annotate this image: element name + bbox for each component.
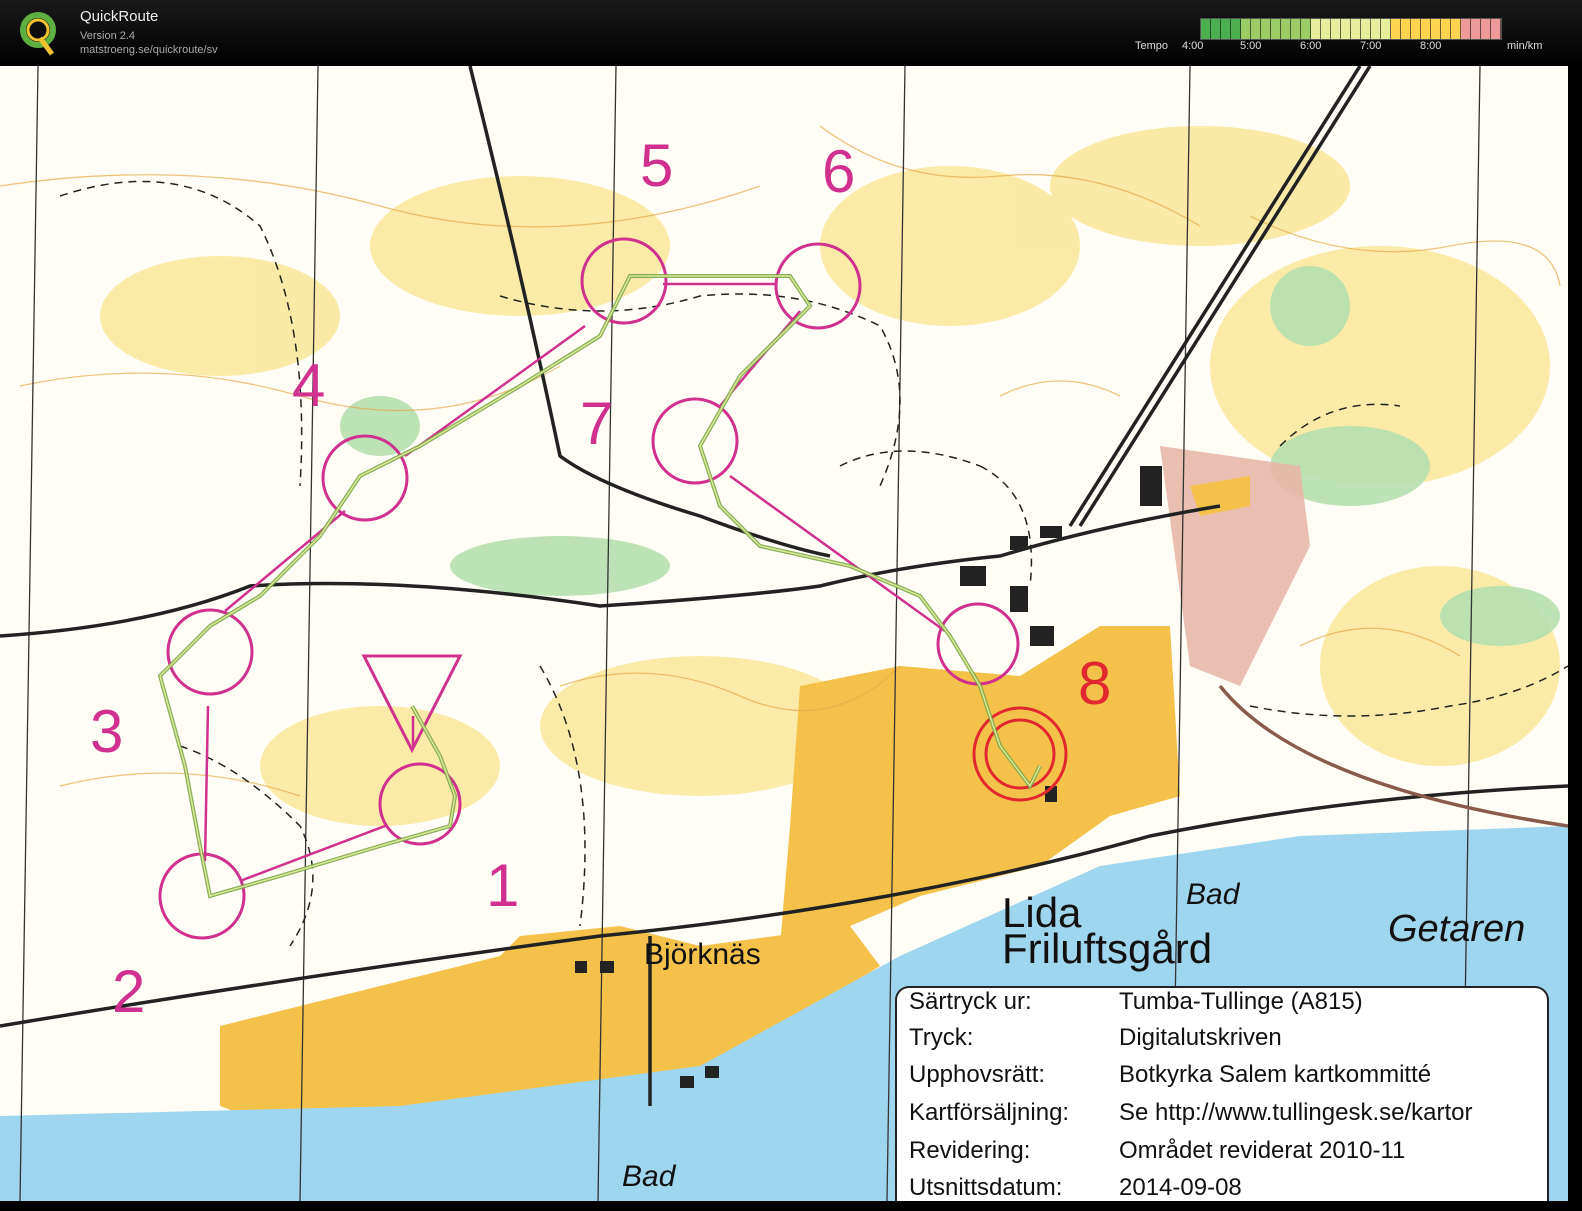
pace-legend-bar [1200,18,1502,40]
control-number-2: 2 [112,958,146,1025]
pace-legend-cell [1481,19,1491,39]
pace-legend-unit: min/km [1507,40,1543,52]
control-number-1: 1 [486,852,520,919]
control-number-7: 7 [580,390,614,457]
pace-legend-cell [1251,19,1261,39]
info-label: Kartförsäljning: [909,1099,1070,1126]
app-version: Version 2.4 [80,30,136,42]
app-header: QuickRoute Version 2.4 matstroeng.se/qui… [0,0,1582,66]
pace-legend-cell [1451,19,1461,39]
pace-legend-label: Tempo [1135,40,1169,52]
info-label: Upphovsrätt: [909,1061,1046,1088]
pace-legend-cell [1361,19,1371,39]
pace-legend-cell [1321,19,1331,39]
pace-legend-cell [1471,19,1481,39]
pace-legend-cell [1331,19,1341,39]
place-bad-bottom: Bad [622,1160,676,1193]
info-label: Utsnittsdatum: [909,1174,1063,1201]
info-value: Digitalutskriven [1119,1024,1282,1051]
pace-tick: 8:00 [1420,40,1442,52]
info-value: Botkyrka Salem kartkommitté [1119,1061,1432,1088]
window-edge-bottom [0,1201,1582,1211]
info-label: Tryck: [909,1024,974,1051]
app-title: QuickRoute [80,8,159,25]
pace-legend-cell [1411,19,1421,39]
pace-legend-cell [1221,19,1231,39]
pace-legend-cell [1201,19,1211,39]
pace-legend-cell [1281,19,1291,39]
place-bad-top: Bad [1186,878,1240,911]
control-number-8: 8 [1078,650,1112,717]
place-getaren: Getaren [1388,908,1526,950]
pace-legend-cell [1461,19,1471,39]
pace-legend-cell [1341,19,1351,39]
info-value: 2014-09-08 [1119,1174,1242,1201]
pace-legend-cell [1401,19,1411,39]
window-edge-right [1568,66,1582,1211]
place-friluftsgard: Friluftsgård [1002,925,1213,972]
pace-legend-cell [1431,19,1441,39]
pace-legend-cell [1351,19,1361,39]
control-number-4: 4 [292,352,326,419]
pace-legend-cell [1421,19,1431,39]
pace-legend-cell [1241,19,1251,39]
pace-legend-cell [1291,19,1301,39]
pace-legend-cell [1301,19,1311,39]
pace-legend-cell [1391,19,1401,39]
pace-legend-cell [1441,19,1451,39]
info-value: Tumba-Tullinge (A815) [1119,988,1363,1015]
control-number-3: 3 [90,698,124,765]
info-value: Området reviderat 2010-11 [1119,1137,1406,1164]
pace-legend-cell [1211,19,1221,39]
info-value: Se http://www.tullingesk.se/kartor [1119,1099,1473,1126]
info-label: Särtryck ur: [909,988,1032,1015]
pace-tick: 4:00 [1182,40,1204,52]
app-url: matstroeng.se/quickroute/sv [80,44,218,56]
pace-legend-cell [1261,19,1271,39]
pace-legend-cell [1231,19,1241,39]
place-bjorknas: Björknäs [644,938,761,971]
control-number-5: 5 [640,132,674,199]
pace-legend-cell [1271,19,1281,39]
pace-tick: 6:00 [1300,40,1322,52]
info-label: Revidering: [909,1137,1031,1164]
map-info-box: Särtryck ur: Tumba-Tullinge (A815) Tryck… [895,986,1549,1203]
pace-legend-cell [1311,19,1321,39]
control-number-6: 6 [822,138,856,205]
pace-legend-cell [1381,19,1391,39]
pace-tick: 7:00 [1360,40,1382,52]
quickroute-logo-icon [20,12,56,56]
pace-legend-cell [1491,19,1501,39]
pace-tick: 5:00 [1240,40,1262,52]
pace-legend-cell [1371,19,1381,39]
